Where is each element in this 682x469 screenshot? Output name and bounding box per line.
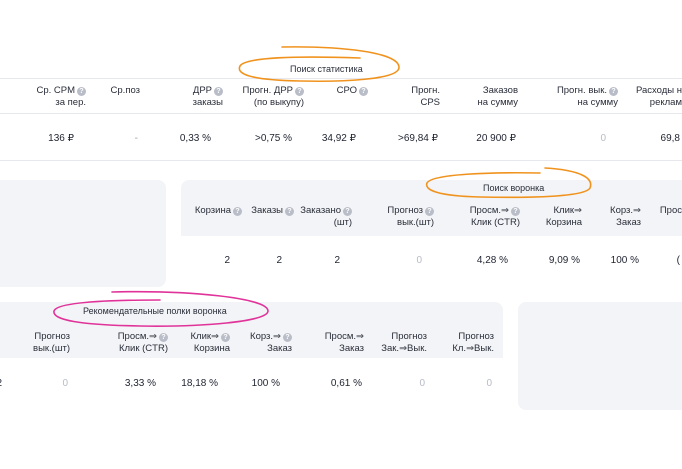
orange-ellipse-stats: [238, 46, 400, 82]
magenta-ellipse-reco: [53, 290, 269, 327]
orange-ellipse-funnel: [425, 167, 592, 199]
annotations-layer: [53, 46, 592, 327]
